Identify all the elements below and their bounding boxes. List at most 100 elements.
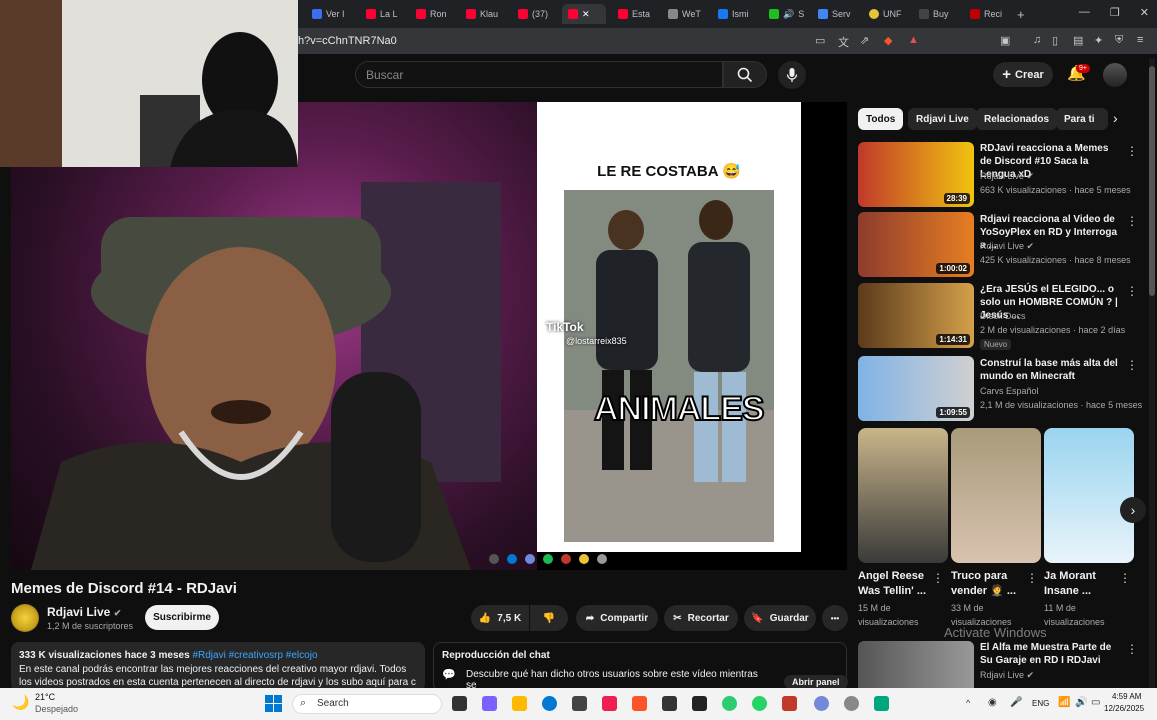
discord-icon[interactable] bbox=[814, 696, 829, 711]
dislike-button[interactable]: 👎 bbox=[530, 605, 568, 631]
related-channel[interactable]: Rdjavi Live ✔ bbox=[980, 241, 1034, 252]
mic-icon[interactable]: 🎤 bbox=[1010, 697, 1022, 708]
search-input[interactable]: Buscar bbox=[355, 61, 723, 88]
related-thumbnail[interactable]: 1:00:02 bbox=[858, 212, 974, 277]
volume-icon[interactable]: 🔊 bbox=[1075, 697, 1087, 708]
rewards-icon[interactable]: ▲ bbox=[908, 34, 919, 46]
battery-icon[interactable]: ▭ bbox=[1091, 697, 1100, 708]
ai-icon[interactable]: ✦ bbox=[1094, 34, 1103, 47]
kebab-icon[interactable]: ⋮ bbox=[1126, 214, 1138, 228]
language-indicator[interactable]: ENG bbox=[1032, 699, 1049, 708]
kebab-icon[interactable]: ⋮ bbox=[1126, 284, 1138, 298]
related-thumbnail[interactable]: 1:09:55 bbox=[858, 356, 974, 421]
related-channel[interactable]: Rdjavi Live ✔ bbox=[980, 171, 1034, 182]
chip-rdjavi-live[interactable]: Rdjavi Live bbox=[908, 108, 977, 130]
app-icon[interactable] bbox=[572, 696, 587, 711]
url-text[interactable]: h?v=cChnTNR7Na0 bbox=[298, 35, 397, 47]
like-button[interactable]: 👍 7,5 K bbox=[471, 605, 529, 631]
tab-close-icon[interactable]: ✕ bbox=[582, 9, 590, 20]
short-thumbnail[interactable] bbox=[1044, 428, 1134, 563]
taskbar-search[interactable]: ⌕ Search bbox=[292, 694, 442, 714]
translate-icon[interactable]: 文 bbox=[838, 34, 849, 50]
related-channel[interactable]: Rdjavi Live ✔ bbox=[980, 670, 1034, 681]
new-tab-button[interactable]: + bbox=[1017, 4, 1025, 24]
app-icon[interactable] bbox=[722, 696, 737, 711]
browser-tab[interactable]: UNF bbox=[869, 4, 902, 24]
browser-tab-active[interactable]: ✕ bbox=[562, 4, 606, 24]
shorts-next-button[interactable]: › bbox=[1120, 497, 1146, 523]
browser-tab[interactable]: WeT bbox=[668, 4, 701, 24]
tray-icon[interactable]: ◉ bbox=[988, 697, 997, 708]
browser-tab[interactable]: Ismi bbox=[718, 4, 749, 24]
browser-tab[interactable]: Serv bbox=[818, 4, 851, 24]
browser-tab[interactable]: Esta bbox=[618, 4, 650, 24]
voice-search-button[interactable] bbox=[778, 61, 806, 89]
wifi-icon[interactable]: 📶 bbox=[1058, 697, 1070, 708]
menu-icon[interactable]: ≡ bbox=[1137, 34, 1143, 46]
chip-relacionados[interactable]: Relacionados bbox=[976, 108, 1058, 130]
sidebar-icon[interactable]: ▯ bbox=[1052, 34, 1058, 47]
clock-date[interactable]: 12/26/2025 bbox=[1104, 704, 1144, 713]
browser-tab[interactable]: Buy bbox=[919, 4, 949, 24]
cast-icon[interactable]: ▭ bbox=[815, 34, 825, 47]
brave-icon[interactable] bbox=[632, 696, 647, 711]
related-thumbnail[interactable]: 1:14:31 bbox=[858, 283, 974, 348]
app-icon[interactable] bbox=[692, 696, 707, 711]
share-icon[interactable]: ⇗ bbox=[860, 34, 869, 47]
brave-shield-icon[interactable]: ◆ bbox=[884, 34, 892, 47]
whatsapp-icon[interactable] bbox=[752, 696, 767, 711]
tiktok-icon[interactable] bbox=[602, 696, 617, 711]
screenshot-icon[interactable]: ▣ bbox=[1000, 34, 1010, 47]
related-title[interactable]: Construí la base más alta del mundo en M… bbox=[980, 357, 1120, 383]
music-icon[interactable]: ♫ bbox=[1033, 34, 1041, 46]
chevron-up-icon[interactable]: ^ bbox=[966, 698, 970, 708]
kebab-icon[interactable]: ⋮ bbox=[1126, 642, 1138, 656]
video-player[interactable]: LE RE COSTABA 😅 TikTok @lostarreix835 AN… bbox=[11, 102, 847, 570]
related-title[interactable]: El Alfa me Muestra Parte de Su Garaje en… bbox=[980, 641, 1120, 667]
settings-icon[interactable] bbox=[844, 696, 859, 711]
related-channel[interactable]: Dieck Docs bbox=[980, 311, 1026, 321]
avatar[interactable] bbox=[1103, 63, 1127, 87]
browser-tab[interactable]: Ron bbox=[416, 4, 447, 24]
kebab-icon[interactable]: ⋮ bbox=[1026, 571, 1038, 585]
wallet-icon[interactable]: ▤ bbox=[1073, 34, 1083, 47]
kebab-icon[interactable]: ⋮ bbox=[1126, 358, 1138, 372]
kebab-icon[interactable]: ⋮ bbox=[1126, 144, 1138, 158]
chip-todos[interactable]: Todos bbox=[858, 108, 904, 130]
browser-tab[interactable]: Ver I bbox=[312, 4, 345, 24]
kebab-icon[interactable]: ⋮ bbox=[1119, 571, 1131, 585]
subscribe-button[interactable]: Suscribirme bbox=[145, 605, 219, 630]
share-button[interactable]: ➦ Compartir bbox=[576, 605, 658, 631]
search-button[interactable] bbox=[723, 61, 767, 88]
hashtags[interactable]: #Rdjavi #creativosrp #elcojo bbox=[192, 650, 317, 661]
browser-tab[interactable]: 🔊 S bbox=[769, 4, 804, 24]
clock-time[interactable]: 4:59 AM bbox=[1112, 692, 1141, 701]
chip-para-ti[interactable]: Para ti bbox=[1056, 108, 1108, 130]
minimize-icon[interactable]: — bbox=[1079, 6, 1090, 19]
short-title[interactable]: Truco para vender 🤵 ... bbox=[951, 569, 1029, 599]
more-actions-button[interactable]: ••• bbox=[822, 605, 848, 631]
short-thumbnail[interactable] bbox=[951, 428, 1041, 563]
short-title[interactable]: Angel Reese Was Tellin' ... bbox=[858, 569, 936, 599]
browser-tab[interactable]: Reci bbox=[970, 4, 1002, 24]
kebab-icon[interactable]: ⋮ bbox=[932, 571, 944, 585]
browser-tab[interactable]: La L bbox=[366, 4, 398, 24]
weather-icon[interactable]: 🌙 bbox=[12, 694, 29, 711]
vpn-icon[interactable]: ⛨ bbox=[1115, 34, 1123, 47]
maximize-icon[interactable]: ❐ bbox=[1110, 6, 1120, 19]
related-channel[interactable]: Carvs Español bbox=[980, 386, 1039, 396]
file-explorer-icon[interactable] bbox=[512, 696, 527, 711]
channel-avatar[interactable] bbox=[11, 604, 39, 632]
open-chat-button[interactable]: Abrir panel bbox=[784, 675, 848, 689]
related-thumbnail[interactable]: 28:39 bbox=[858, 142, 974, 207]
app-icon[interactable] bbox=[482, 696, 497, 711]
save-button[interactable]: 🔖 Guardar bbox=[744, 605, 816, 631]
short-title[interactable]: Ja Morant Insane ... bbox=[1044, 569, 1122, 599]
close-icon[interactable]: ✕ bbox=[1140, 6, 1149, 19]
clip-button[interactable]: ✂ Recortar bbox=[664, 605, 738, 631]
create-button[interactable]: + Crear bbox=[993, 62, 1053, 87]
short-thumbnail[interactable] bbox=[858, 428, 948, 563]
browser-tab[interactable]: Klau bbox=[466, 4, 498, 24]
scrollbar-thumb[interactable] bbox=[1149, 66, 1155, 296]
channel-name[interactable]: Rdjavi Live ✔ bbox=[47, 605, 121, 619]
